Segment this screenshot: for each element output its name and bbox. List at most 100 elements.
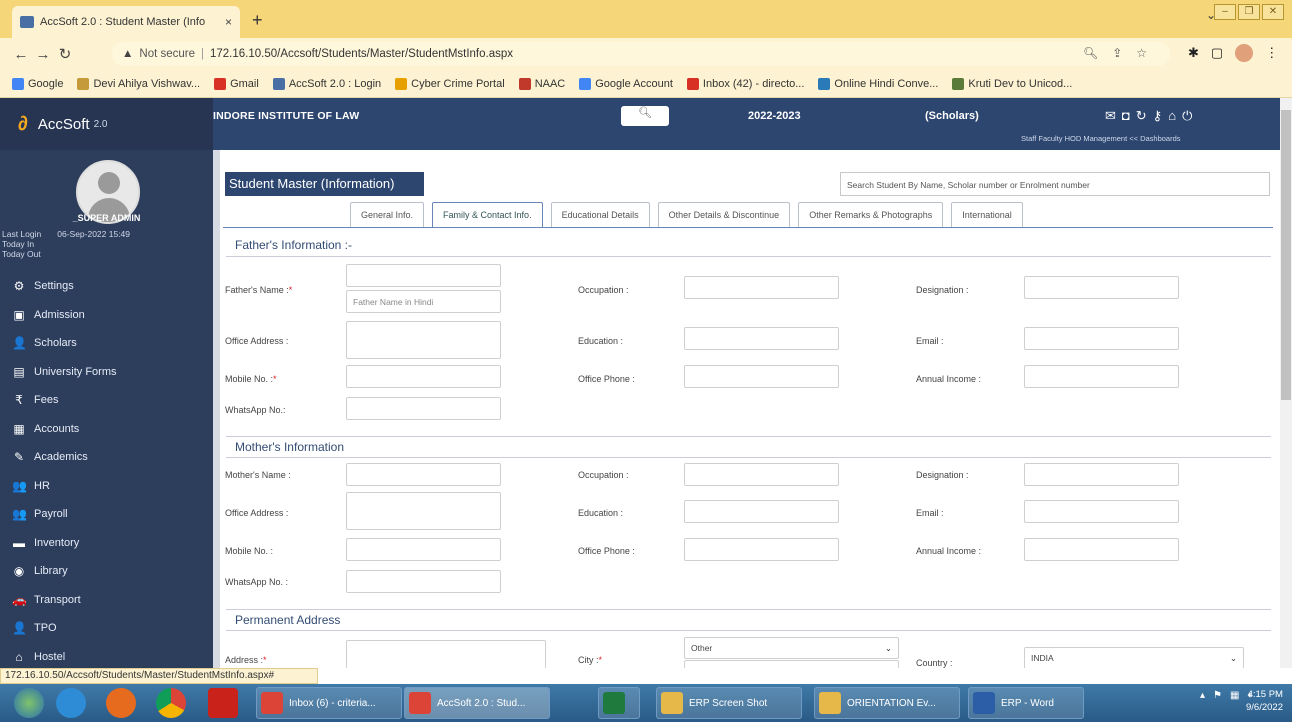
clock[interactable]: 4:15 PM 9/6/2022 bbox=[1246, 688, 1283, 714]
sidebar-item-hr[interactable]: 👥 HR bbox=[0, 472, 213, 501]
close-window-icon[interactable]: ✕ bbox=[1262, 4, 1284, 20]
form-tab[interactable]: General Info. bbox=[350, 202, 425, 227]
chrome-icon[interactable] bbox=[156, 688, 186, 718]
restore-icon[interactable]: ❐ bbox=[1238, 4, 1260, 20]
father-education-input[interactable] bbox=[684, 327, 839, 350]
new-tab-button[interactable]: + bbox=[252, 10, 263, 31]
mail-icon[interactable]: ✉ bbox=[1105, 108, 1122, 123]
sidebar-item-transport[interactable]: 🚗 Transport bbox=[0, 586, 213, 615]
taskbar-window-word[interactable]: ERP - Word bbox=[968, 687, 1084, 719]
father-office-phone-input[interactable] bbox=[684, 365, 839, 388]
form-tab[interactable]: International bbox=[951, 202, 1023, 227]
city-select[interactable]: Other ⌄ bbox=[684, 637, 899, 659]
refresh-icon[interactable]: ↻ bbox=[1136, 108, 1153, 123]
bookmark-item[interactable]: Devi Ahilya Vishwav... bbox=[77, 77, 200, 90]
mother-whatsapp-input[interactable] bbox=[346, 570, 501, 593]
bookmark-item[interactable]: Gmail bbox=[214, 77, 259, 90]
forward-arrow-icon[interactable]: → bbox=[32, 46, 54, 63]
student-search-input[interactable]: Search Student By Name, Scholar number o… bbox=[840, 172, 1270, 196]
zoom-icon[interactable]: 🔍︎ bbox=[1083, 46, 1098, 60]
taskbar-window-orientation[interactable]: ORIENTATION Ev... bbox=[814, 687, 960, 719]
mother-education-input[interactable] bbox=[684, 500, 839, 523]
sidebar-item-fees[interactable]: ₹ Fees bbox=[0, 386, 213, 415]
power-icon[interactable]: ⏻ bbox=[1182, 108, 1198, 123]
mother-name-input[interactable] bbox=[346, 463, 501, 486]
network-icon[interactable]: ▦ bbox=[1230, 690, 1239, 701]
country-select[interactable]: INDIA ⌄ bbox=[1024, 647, 1244, 668]
reload-icon[interactable]: ↻ bbox=[54, 45, 76, 63]
father-whatsapp-input[interactable] bbox=[346, 397, 501, 420]
sidepanel-icon[interactable]: ▢ bbox=[1211, 45, 1223, 61]
tray-arrow-icon[interactable]: ▴ bbox=[1200, 690, 1205, 701]
bookmark-item[interactable]: Kruti Dev to Unicod... bbox=[952, 77, 1072, 90]
mother-occupation-input[interactable] bbox=[684, 463, 839, 486]
sidebar-item-library[interactable]: ◉ Library bbox=[0, 557, 213, 586]
father-office-address-textarea[interactable] bbox=[346, 321, 501, 359]
flag-icon[interactable]: ⚑ bbox=[1213, 690, 1222, 701]
bookmark-item[interactable]: Cyber Crime Portal bbox=[395, 77, 505, 90]
mother-office-phone-input[interactable] bbox=[684, 538, 839, 561]
scrollbar-thumb[interactable] bbox=[1281, 110, 1291, 400]
header-search-icon[interactable]: 🔍︎ bbox=[621, 106, 669, 126]
acrobat-icon[interactable] bbox=[208, 688, 238, 718]
father-annual-income-input[interactable] bbox=[1024, 365, 1179, 388]
bookmark-item[interactable]: Google bbox=[12, 77, 63, 90]
back-arrow-icon[interactable]: ← bbox=[10, 46, 32, 63]
bookmark-item[interactable]: Google Account bbox=[579, 77, 673, 90]
taskbar-window-inbox[interactable]: Inbox (6) - criteria... bbox=[256, 687, 402, 719]
session-year[interactable]: 2022-2023 bbox=[748, 110, 801, 122]
form-tab[interactable]: Other Remarks & Photographs bbox=[798, 202, 944, 227]
father-name-input[interactable] bbox=[346, 264, 501, 287]
mother-annual-income-input[interactable] bbox=[1024, 538, 1179, 561]
father-occupation-input[interactable] bbox=[684, 276, 839, 299]
form-tab[interactable]: Educational Details bbox=[550, 202, 650, 227]
mother-office-address-textarea[interactable] bbox=[346, 492, 501, 530]
sidebar-item-scholars[interactable]: 👤 Scholars bbox=[0, 329, 213, 358]
start-button-icon[interactable] bbox=[14, 688, 44, 718]
sidebar-item-settings[interactable]: ⚙ Settings bbox=[0, 272, 213, 301]
taskbar-window-excel[interactable] bbox=[598, 687, 640, 719]
father-designation-input[interactable] bbox=[1024, 276, 1179, 299]
bookmark-item[interactable]: Online Hindi Conve... bbox=[818, 77, 938, 90]
chat-icon[interactable]: ◘ bbox=[1122, 108, 1136, 123]
sidebar-item-payroll[interactable]: 👥 Payroll bbox=[0, 500, 213, 529]
sidebar-item-accounts[interactable]: ▦ Accounts bbox=[0, 415, 213, 444]
mother-designation-input[interactable] bbox=[1024, 463, 1179, 486]
sidebar-item-inventory[interactable]: ▬ Inventory bbox=[0, 529, 213, 558]
mother-mobile-input[interactable] bbox=[346, 538, 501, 561]
extensions-icon[interactable]: ✱ bbox=[1188, 45, 1199, 61]
city-other-input[interactable] bbox=[684, 660, 899, 668]
home-icon[interactable]: ⌂ bbox=[1168, 108, 1182, 123]
institute-name: INDORE INSTITUTE OF LAW bbox=[213, 110, 360, 122]
minimize-icon[interactable]: – bbox=[1214, 4, 1236, 20]
form-tab[interactable]: Family & Contact Info. bbox=[432, 202, 543, 227]
father-name-hindi-input[interactable]: Father Name in Hindi bbox=[346, 290, 501, 313]
taskbar-window-erp-screenshot[interactable]: ERP Screen Shot bbox=[656, 687, 802, 719]
bookmark-item[interactable]: AccSoft 2.0 : Login bbox=[272, 77, 381, 90]
internet-explorer-icon[interactable] bbox=[56, 688, 86, 718]
sidebar-item-admission[interactable]: ▣ Admission bbox=[0, 301, 213, 330]
sidebar-item-hostel[interactable]: ⌂ Hostel bbox=[0, 643, 213, 669]
bookmark-item[interactable]: NAAC bbox=[518, 77, 565, 90]
profile-avatar-icon[interactable] bbox=[1235, 44, 1254, 62]
mother-email-input[interactable] bbox=[1024, 500, 1179, 523]
share-icon[interactable]: ⇪ bbox=[1112, 46, 1122, 60]
browser-tab[interactable]: AccSoft 2.0 : Student Master (Info × bbox=[12, 6, 240, 38]
url-field[interactable]: ▲ Not secure | 172.16.10.50/Accsoft/Stud… bbox=[112, 42, 1170, 66]
sidebar-item-academics[interactable]: ✎ Academics bbox=[0, 443, 213, 472]
address-textarea[interactable] bbox=[346, 640, 546, 668]
bookmark-star-icon[interactable]: ☆ bbox=[1136, 46, 1147, 60]
father-email-input[interactable] bbox=[1024, 327, 1179, 350]
menu-kebab-icon[interactable]: ⋮ bbox=[1265, 45, 1278, 61]
close-tab-icon[interactable]: × bbox=[225, 15, 232, 29]
firefox-icon[interactable] bbox=[106, 688, 136, 718]
father-mobile-input[interactable] bbox=[346, 365, 501, 388]
bookmark-item[interactable]: Inbox (42) - directo... bbox=[686, 77, 804, 90]
sidebar-item-tpo[interactable]: 👤 TPO bbox=[0, 614, 213, 643]
form-tab[interactable]: Other Details & Discontinue bbox=[657, 202, 791, 227]
app-logo[interactable]: ∂ AccSoft 2.0 bbox=[0, 98, 213, 150]
taskbar-window-accsoft[interactable]: AccSoft 2.0 : Stud... bbox=[404, 687, 550, 719]
key-icon[interactable]: ⚷ bbox=[1153, 108, 1169, 123]
dashboard-links[interactable]: Staff Faculty HOD Management << Dashboar… bbox=[1021, 134, 1181, 143]
sidebar-item-university-forms[interactable]: ▤ University Forms bbox=[0, 358, 213, 387]
